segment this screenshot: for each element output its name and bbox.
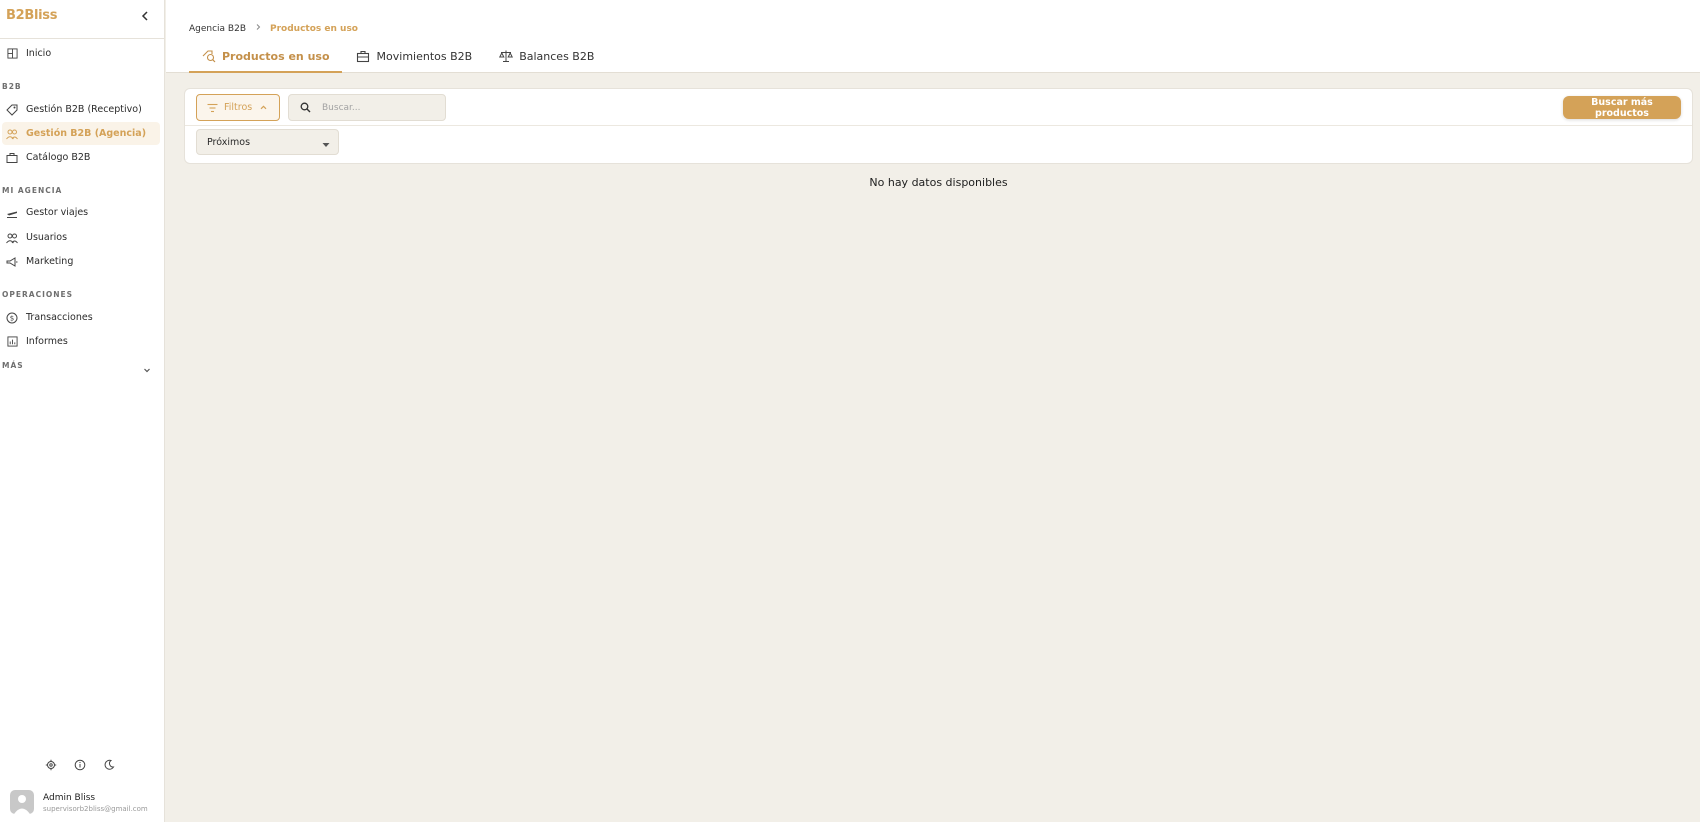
breadcrumb-item-agencia[interactable]: Agencia B2B [189, 24, 246, 34]
sidebar-item-gestor-viajes[interactable]: Gestor viajes [2, 201, 160, 224]
plane-icon [4, 205, 20, 221]
search-box [288, 94, 446, 121]
toolbar: Filtros Buscar más productos [185, 89, 1692, 126]
section-label-mi-agencia: MI AGENCIA [2, 186, 63, 195]
caret-down-icon [322, 133, 330, 152]
breadcrumb: Agencia B2B Productos en uso [189, 23, 358, 34]
sidebar-item-gestion-receptivo[interactable]: Gestión B2B (Receptivo) [2, 98, 160, 121]
dashboard-icon [4, 46, 20, 62]
dollar-icon: $ [4, 310, 20, 326]
report-icon [4, 334, 20, 350]
filters-button[interactable]: Filtros [196, 94, 280, 121]
empty-state-message: No hay datos disponibles [869, 176, 1008, 189]
sidebar-item-informes[interactable]: Informes [2, 330, 160, 353]
chevron-right-icon [254, 23, 262, 34]
user-name: Admin Bliss [43, 793, 96, 803]
sidebar-item-label: Catálogo B2B [26, 152, 91, 163]
user-email: supervisorb2bliss@gmail.com [43, 805, 148, 813]
breadcrumb-item-current: Productos en uso [270, 23, 358, 34]
period-select[interactable]: Próximos [196, 129, 339, 155]
scale-icon [498, 49, 513, 64]
filter-card: Filtros Buscar más productos Próximos [184, 88, 1693, 164]
page-header: Agencia B2B Productos en uso Productos e… [166, 0, 1700, 73]
search-tag-icon [201, 49, 216, 64]
sidebar-item-gestion-agencia[interactable]: Gestión B2B (Agencia) [2, 122, 160, 145]
search-icon [300, 102, 311, 113]
tab-balances-b2b[interactable]: Balances B2B [486, 41, 606, 71]
users-icon [4, 230, 20, 246]
user-silhouette-icon [14, 795, 30, 814]
filters-label: Filtros [224, 102, 253, 113]
section-label-b2b: B2B [2, 82, 22, 91]
sidebar-item-label: Marketing [26, 256, 74, 267]
sidebar-item-label: Gestión B2B (Agencia) [26, 128, 147, 139]
sidebar-bottom-icons [44, 758, 115, 771]
info-icon[interactable] [73, 758, 86, 771]
sidebar-item-label: Gestión B2B (Receptivo) [26, 104, 142, 115]
sidebar-item-label: Usuarios [26, 232, 68, 243]
briefcase-icon [4, 150, 20, 166]
search-more-products-button[interactable]: Buscar más productos [1563, 96, 1681, 119]
sidebar-item-usuarios[interactable]: Usuarios [2, 226, 160, 249]
sidebar-item-marketing[interactable]: Marketing [2, 250, 160, 273]
sidebar-item-catalogo[interactable]: Catálogo B2B [2, 146, 160, 169]
svg-text:$: $ [10, 314, 14, 322]
sidebar-item-transacciones[interactable]: $ Transacciones [2, 306, 160, 329]
avatar [10, 790, 34, 814]
megaphone-icon [4, 254, 20, 270]
filter-lines-icon [207, 103, 218, 113]
tab-productos-en-uso[interactable]: Productos en uso [189, 41, 342, 73]
sidebar-item-label: Gestor viajes [26, 207, 89, 218]
sidebar-item-label: Informes [26, 336, 68, 347]
users-icon [4, 126, 20, 142]
more-label: MÁS [2, 361, 24, 370]
sidebar-item-inicio[interactable]: Inicio [2, 42, 160, 65]
gear-icon[interactable] [44, 758, 57, 771]
brand-logo[interactable]: B2Bliss [6, 8, 57, 23]
section-label-operaciones: OPERACIONES [2, 290, 74, 299]
tab-label: Productos en uso [222, 49, 330, 63]
period-select-value: Próximos [207, 136, 251, 148]
sidebar-item-label: Transacciones [26, 312, 93, 323]
brand-row: B2Bliss [0, 0, 164, 39]
more-toggle[interactable]: MÁS [2, 359, 152, 373]
chevron-left-icon[interactable] [137, 8, 153, 24]
briefcase-icon [356, 49, 371, 64]
tab-label: Movimientos B2B [376, 49, 473, 63]
tab-label: Balances B2B [519, 49, 595, 63]
tab-bar: Productos en uso Movimientos B2B Balance… [189, 41, 608, 73]
search-input[interactable] [322, 102, 432, 113]
chevron-up-icon [259, 103, 268, 112]
chevron-down-icon [142, 360, 152, 379]
tab-movimientos-b2b[interactable]: Movimientos B2B [344, 41, 485, 71]
sidebar: B2Bliss Inicio B2B Gestión B2B (Receptiv… [0, 0, 165, 822]
user-profile[interactable]: Admin Bliss supervisorb2bliss@gmail.com [10, 790, 160, 816]
tag-icon [4, 102, 20, 118]
sidebar-item-label: Inicio [26, 48, 52, 59]
moon-icon[interactable] [102, 758, 115, 771]
